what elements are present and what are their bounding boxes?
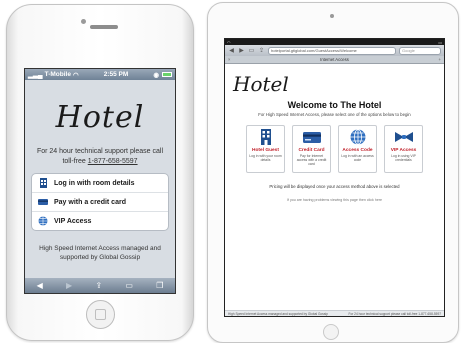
front-camera bbox=[330, 14, 334, 18]
ipad-screen: ◠ ▭ ◀ ▶ ▭ ⇪ hotelportal.gtiglobal.com/Gu… bbox=[224, 38, 445, 317]
card-credit-card[interactable]: Credit Card Pay for Internet access with… bbox=[292, 125, 331, 173]
pricing-note: Pricing will be displayed once your acce… bbox=[269, 184, 400, 189]
page-subtitle: For High Speed Internet Access, please s… bbox=[258, 112, 411, 117]
forward-arrow-icon[interactable]: ▶ bbox=[238, 47, 245, 54]
bookmarks-icon[interactable]: ▭ bbox=[248, 47, 255, 54]
tab-title: Internet Access bbox=[320, 57, 349, 62]
card-title: Credit Card bbox=[298, 148, 325, 153]
safari-nav-bar: ◀ ▶ ▭ ⇪ hotelportal.gtiglobal.com/GuestA… bbox=[225, 45, 444, 56]
browser-toolbar: ◀ ▶ ⇪ ▭ ❐ bbox=[25, 278, 175, 293]
footer-managed-by: High Speed Internet Access managed and s… bbox=[228, 311, 328, 316]
card-description: Pay for Internet access with a credit ca… bbox=[296, 154, 327, 167]
wifi-icon: ◠ bbox=[227, 39, 231, 45]
clock-time: 2:55 PM bbox=[103, 71, 129, 78]
card-description: Log in using VIP credentials bbox=[391, 154, 416, 163]
support-text: For 24 hour technical support please cal… bbox=[31, 147, 169, 167]
back-arrow-icon[interactable]: ◀ bbox=[37, 281, 43, 290]
access-options: Hotel Guest Log in with your room detail… bbox=[225, 125, 444, 173]
tabs-icon[interactable]: ❐ bbox=[156, 281, 163, 290]
lock-icon: ◉ bbox=[153, 71, 159, 79]
card-description: Log in with your room details bbox=[249, 154, 282, 163]
battery-icon: ▭ bbox=[438, 39, 442, 45]
card-title: VIP Access bbox=[390, 148, 417, 153]
page-footer: High Speed Internet Access managed and s… bbox=[225, 310, 444, 316]
status-bar: ▂▃▄ T-Mobile ◠ 2:55 PM ◉ bbox=[25, 69, 175, 80]
menu-item-credit-card[interactable]: Pay with a credit card bbox=[32, 193, 168, 212]
menu-item-vip-access[interactable]: VIP Access bbox=[32, 212, 168, 230]
access-options-menu: Log in with room details Pay with a cred… bbox=[31, 173, 169, 231]
search-field[interactable]: Google bbox=[399, 46, 441, 55]
carrier-name: T-Mobile bbox=[44, 71, 71, 78]
card-description: Log in with an access code bbox=[341, 154, 374, 163]
home-button[interactable] bbox=[323, 324, 339, 340]
menu-item-label: Log in with room details bbox=[54, 179, 135, 187]
iphone-device: ▂▃▄ T-Mobile ◠ 2:55 PM ◉ Hotel For 24 ho… bbox=[6, 4, 194, 341]
bookmarks-icon[interactable]: ▭ bbox=[125, 281, 133, 290]
menu-item-label: Pay with a credit card bbox=[54, 198, 126, 206]
new-tab-icon[interactable]: + bbox=[439, 56, 441, 63]
footer-support: For 24 hour technical support please cal… bbox=[348, 311, 442, 316]
help-link[interactable]: If you are having problems viewing this … bbox=[225, 198, 444, 202]
card-access-code[interactable]: Access Code Log in with an access code bbox=[338, 125, 377, 173]
bowtie-icon bbox=[394, 129, 413, 145]
wifi-icon: ◠ bbox=[72, 71, 79, 79]
card-vip-access[interactable]: VIP Access Log in using VIP credentials bbox=[384, 125, 423, 173]
back-arrow-icon[interactable]: ◀ bbox=[228, 47, 235, 54]
globe-icon bbox=[349, 129, 367, 145]
hotel-building-icon bbox=[257, 129, 275, 145]
tab-internet-access[interactable]: × Internet Access + bbox=[225, 56, 444, 64]
forward-arrow-icon[interactable]: ▶ bbox=[66, 281, 72, 290]
share-icon[interactable]: ⇪ bbox=[95, 281, 102, 290]
share-icon[interactable]: ⇪ bbox=[258, 47, 265, 54]
front-sensor bbox=[81, 19, 86, 24]
hotel-building-icon bbox=[38, 178, 48, 188]
ipad-device: ◠ ▭ ◀ ▶ ▭ ⇪ hotelportal.gtiglobal.com/Gu… bbox=[207, 2, 459, 343]
close-tab-icon[interactable]: × bbox=[228, 56, 230, 63]
card-hotel-guest[interactable]: Hotel Guest Log in with your room detail… bbox=[246, 125, 285, 173]
credit-card-icon bbox=[38, 197, 48, 207]
menu-item-room-login[interactable]: Log in with room details bbox=[32, 174, 168, 193]
card-title: Hotel Guest bbox=[252, 148, 279, 153]
hotel-logo: Hotel bbox=[233, 72, 289, 96]
globe-icon bbox=[38, 216, 48, 226]
home-button[interactable] bbox=[86, 300, 115, 329]
hotel-logo: Hotel bbox=[55, 100, 145, 135]
card-title: Access Code bbox=[342, 148, 373, 153]
managed-by-text: High Speed Internet Access managed and s… bbox=[39, 245, 161, 261]
menu-item-label: VIP Access bbox=[54, 217, 92, 225]
support-phone-link[interactable]: 1-877-658-5597 bbox=[88, 158, 138, 165]
iphone-screen: ▂▃▄ T-Mobile ◠ 2:55 PM ◉ Hotel For 24 ho… bbox=[24, 68, 176, 294]
earpiece-speaker bbox=[90, 25, 118, 29]
battery-icon bbox=[161, 72, 172, 77]
page-title: Welcome to The Hotel bbox=[287, 100, 382, 110]
credit-card-icon bbox=[302, 129, 321, 145]
signal-icon: ▂▃▄ bbox=[28, 71, 43, 79]
address-bar[interactable]: hotelportal.gtiglobal.com/GuestAccess/We… bbox=[268, 46, 396, 55]
